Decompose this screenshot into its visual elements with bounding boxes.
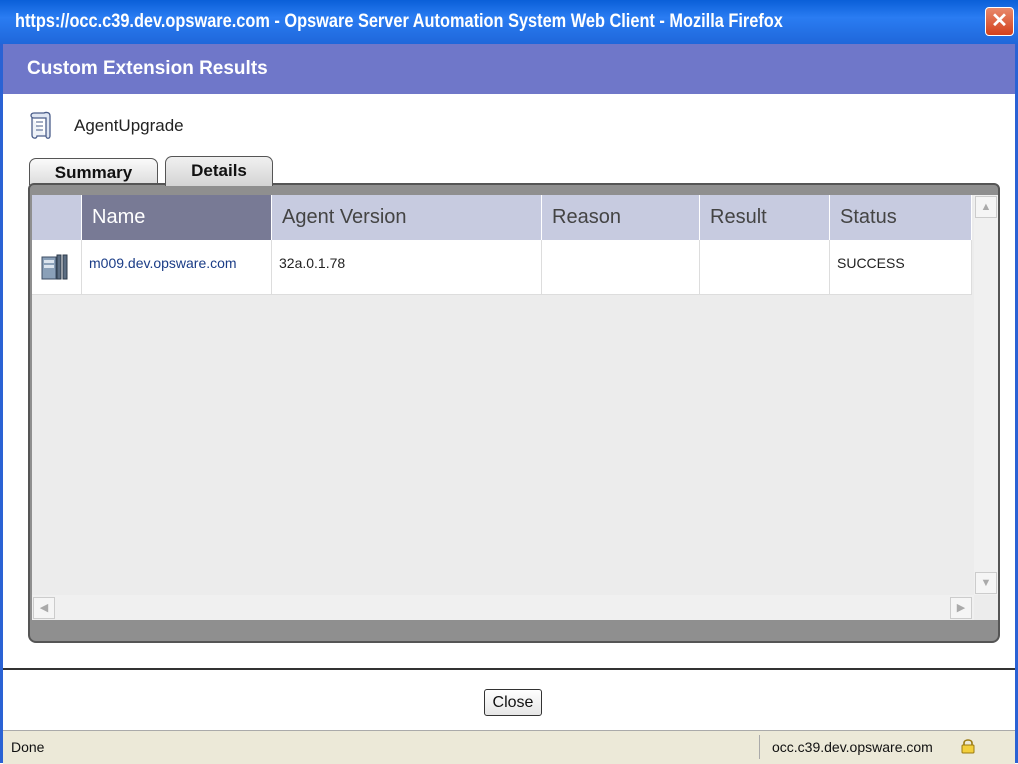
- column-header-status[interactable]: Status: [830, 195, 972, 240]
- window-titlebar: https://occ.c39.dev.opsware.com - Opswar…: [0, 0, 1018, 44]
- horizontal-scrollbar[interactable]: ◀ ▶: [32, 595, 974, 620]
- server-icon: [41, 254, 68, 280]
- window-title: https://occ.c39.dev.opsware.com - Opswar…: [15, 11, 783, 32]
- results-table: Name Agent Version Reason Result Status …: [32, 195, 998, 620]
- footer-divider: [3, 668, 1015, 670]
- row-status: SUCCESS: [830, 240, 972, 294]
- column-header-name[interactable]: Name: [82, 195, 272, 240]
- extension-name: AgentUpgrade: [74, 116, 184, 135]
- scroll-up-button[interactable]: ▲: [975, 196, 997, 218]
- vertical-scrollbar[interactable]: ▲ ▼: [974, 195, 998, 595]
- status-bar: Done occ.c39.dev.opsware.com: [3, 730, 1015, 764]
- scroll-left-button[interactable]: ◀: [33, 597, 55, 619]
- row-agent-version: 32a.0.1.78: [272, 240, 542, 294]
- tab-details[interactable]: Details: [165, 156, 273, 186]
- close-icon: ✕: [991, 10, 1008, 32]
- status-host: occ.c39.dev.opsware.com: [759, 735, 989, 759]
- row-name-link[interactable]: m009.dev.opsware.com: [82, 240, 272, 294]
- close-button[interactable]: Close: [484, 689, 542, 716]
- scroll-right-button[interactable]: ▶: [950, 597, 972, 619]
- tab-summary[interactable]: Summary: [29, 158, 158, 185]
- row-icon-cell: [32, 240, 82, 294]
- column-header-icon: [32, 195, 82, 240]
- row-reason: [542, 240, 700, 294]
- script-scroll-icon: [30, 111, 51, 139]
- status-text: Done: [11, 739, 45, 755]
- lock-icon[interactable]: [960, 738, 976, 754]
- details-panel: Name Agent Version Reason Result Status …: [28, 183, 1000, 643]
- window-close-button[interactable]: ✕: [985, 7, 1014, 36]
- table-row[interactable]: m009.dev.opsware.com 32a.0.1.78 SUCCESS: [32, 240, 972, 295]
- column-header-result[interactable]: Result: [700, 195, 830, 240]
- dialog-title: Custom Extension Results: [27, 58, 268, 79]
- column-header-agent-version[interactable]: Agent Version: [272, 195, 542, 240]
- row-result: [700, 240, 830, 294]
- scroll-down-button[interactable]: ▼: [975, 572, 997, 594]
- column-header-reason[interactable]: Reason: [542, 195, 700, 240]
- dialog-header: Custom Extension Results: [3, 44, 1015, 94]
